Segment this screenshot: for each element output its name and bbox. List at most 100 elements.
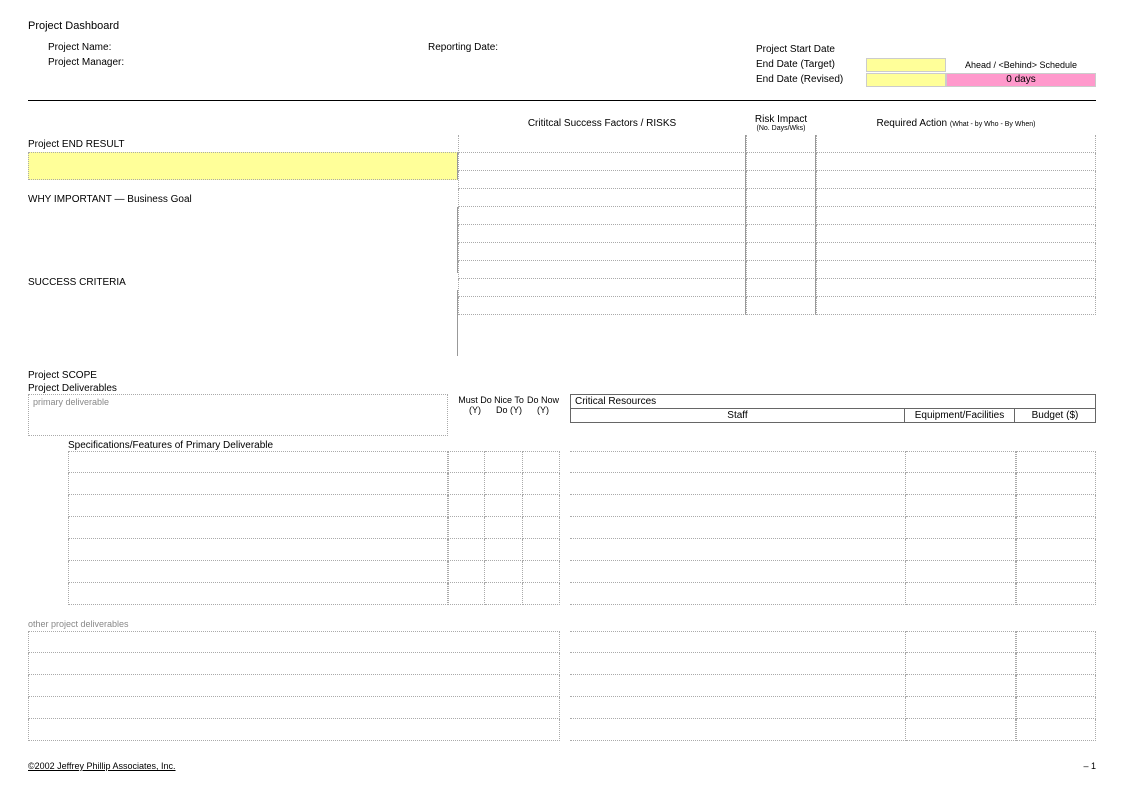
required-action-row[interactable] (816, 297, 1096, 315)
budget-cell[interactable] (1016, 451, 1096, 473)
other-equip-cell[interactable] (906, 631, 1016, 653)
required-action-row[interactable] (816, 243, 1096, 261)
csf-row[interactable] (458, 243, 746, 261)
do-now-cell[interactable] (523, 539, 560, 561)
other-row[interactable] (28, 631, 560, 653)
spec-row[interactable] (68, 583, 448, 605)
nice-to-do-cell[interactable] (485, 517, 522, 539)
staff-cell[interactable] (570, 539, 906, 561)
required-action-row[interactable] (816, 207, 1096, 225)
equip-cell[interactable] (906, 495, 1016, 517)
risk-impact-row[interactable] (746, 297, 816, 315)
csf-row[interactable] (458, 225, 746, 243)
must-do-cell[interactable] (448, 517, 485, 539)
must-do-cell[interactable] (448, 451, 485, 473)
other-equip-cell[interactable] (906, 675, 1016, 697)
other-budget-cell[interactable] (1016, 675, 1096, 697)
equip-cell[interactable] (906, 583, 1016, 605)
nice-to-do-cell[interactable] (485, 473, 522, 495)
staff-cell[interactable] (570, 473, 906, 495)
staff-cell[interactable] (570, 583, 906, 605)
end-date-target-cell[interactable] (866, 58, 946, 72)
required-action-row[interactable] (816, 279, 1096, 297)
other-staff-cell[interactable] (570, 653, 906, 675)
must-do-cell[interactable] (448, 561, 485, 583)
other-row[interactable] (28, 653, 560, 675)
risk-impact-row[interactable] (746, 279, 816, 297)
nice-to-do-cell[interactable] (485, 583, 522, 605)
csf-row[interactable] (458, 135, 746, 153)
why-important-box[interactable] (28, 207, 458, 273)
other-budget-cell[interactable] (1016, 631, 1096, 653)
nice-to-do-cell[interactable] (485, 561, 522, 583)
other-equip-cell[interactable] (906, 719, 1016, 741)
equip-cell[interactable] (906, 517, 1016, 539)
other-budget-cell[interactable] (1016, 719, 1096, 741)
do-now-cell[interactable] (523, 495, 560, 517)
other-row[interactable] (28, 719, 560, 741)
equip-cell[interactable] (906, 473, 1016, 495)
csf-row[interactable] (458, 189, 746, 207)
must-do-cell[interactable] (448, 583, 485, 605)
do-now-cell[interactable] (523, 451, 560, 473)
csf-row[interactable] (458, 297, 746, 315)
other-staff-cell[interactable] (570, 631, 906, 653)
spec-row[interactable] (68, 561, 448, 583)
required-action-row[interactable] (816, 171, 1096, 189)
other-budget-cell[interactable] (1016, 697, 1096, 719)
equip-cell[interactable] (906, 451, 1016, 473)
do-now-cell[interactable] (523, 473, 560, 495)
other-equip-cell[interactable] (906, 697, 1016, 719)
success-criteria-box[interactable] (28, 290, 458, 356)
risk-impact-row[interactable] (746, 207, 816, 225)
do-now-cell[interactable] (523, 561, 560, 583)
csf-row[interactable] (458, 153, 746, 171)
spec-row[interactable] (68, 451, 448, 473)
staff-cell[interactable] (570, 561, 906, 583)
csf-row[interactable] (458, 171, 746, 189)
other-staff-cell[interactable] (570, 675, 906, 697)
required-action-row[interactable] (816, 189, 1096, 207)
other-staff-cell[interactable] (570, 697, 906, 719)
risk-impact-row[interactable] (746, 135, 816, 153)
nice-to-do-cell[interactable] (485, 451, 522, 473)
risk-impact-row[interactable] (746, 153, 816, 171)
other-equip-cell[interactable] (906, 653, 1016, 675)
budget-cell[interactable] (1016, 517, 1096, 539)
staff-cell[interactable] (570, 451, 906, 473)
spec-row[interactable] (68, 473, 448, 495)
other-budget-cell[interactable] (1016, 653, 1096, 675)
budget-cell[interactable] (1016, 495, 1096, 517)
budget-cell[interactable] (1016, 561, 1096, 583)
must-do-cell[interactable] (448, 495, 485, 517)
risk-impact-row[interactable] (746, 261, 816, 279)
risk-impact-row[interactable] (746, 171, 816, 189)
budget-cell[interactable] (1016, 583, 1096, 605)
primary-deliverable-input[interactable]: primary deliverable (28, 394, 448, 436)
equip-cell[interactable] (906, 561, 1016, 583)
csf-row[interactable] (458, 279, 746, 297)
budget-cell[interactable] (1016, 539, 1096, 561)
other-row[interactable] (28, 697, 560, 719)
staff-cell[interactable] (570, 517, 906, 539)
csf-row[interactable] (458, 207, 746, 225)
must-do-cell[interactable] (448, 539, 485, 561)
spec-row[interactable] (68, 517, 448, 539)
spec-row[interactable] (68, 495, 448, 517)
equip-cell[interactable] (906, 539, 1016, 561)
risk-impact-row[interactable] (746, 243, 816, 261)
required-action-row[interactable] (816, 261, 1096, 279)
budget-cell[interactable] (1016, 473, 1096, 495)
spec-row[interactable] (68, 539, 448, 561)
csf-row[interactable] (458, 261, 746, 279)
risk-impact-row[interactable] (746, 189, 816, 207)
required-action-row[interactable] (816, 135, 1096, 153)
do-now-cell[interactable] (523, 517, 560, 539)
nice-to-do-cell[interactable] (485, 539, 522, 561)
do-now-cell[interactable] (523, 583, 560, 605)
staff-cell[interactable] (570, 495, 906, 517)
required-action-row[interactable] (816, 153, 1096, 171)
end-date-revised-cell[interactable] (866, 73, 946, 87)
other-staff-cell[interactable] (570, 719, 906, 741)
required-action-row[interactable] (816, 225, 1096, 243)
